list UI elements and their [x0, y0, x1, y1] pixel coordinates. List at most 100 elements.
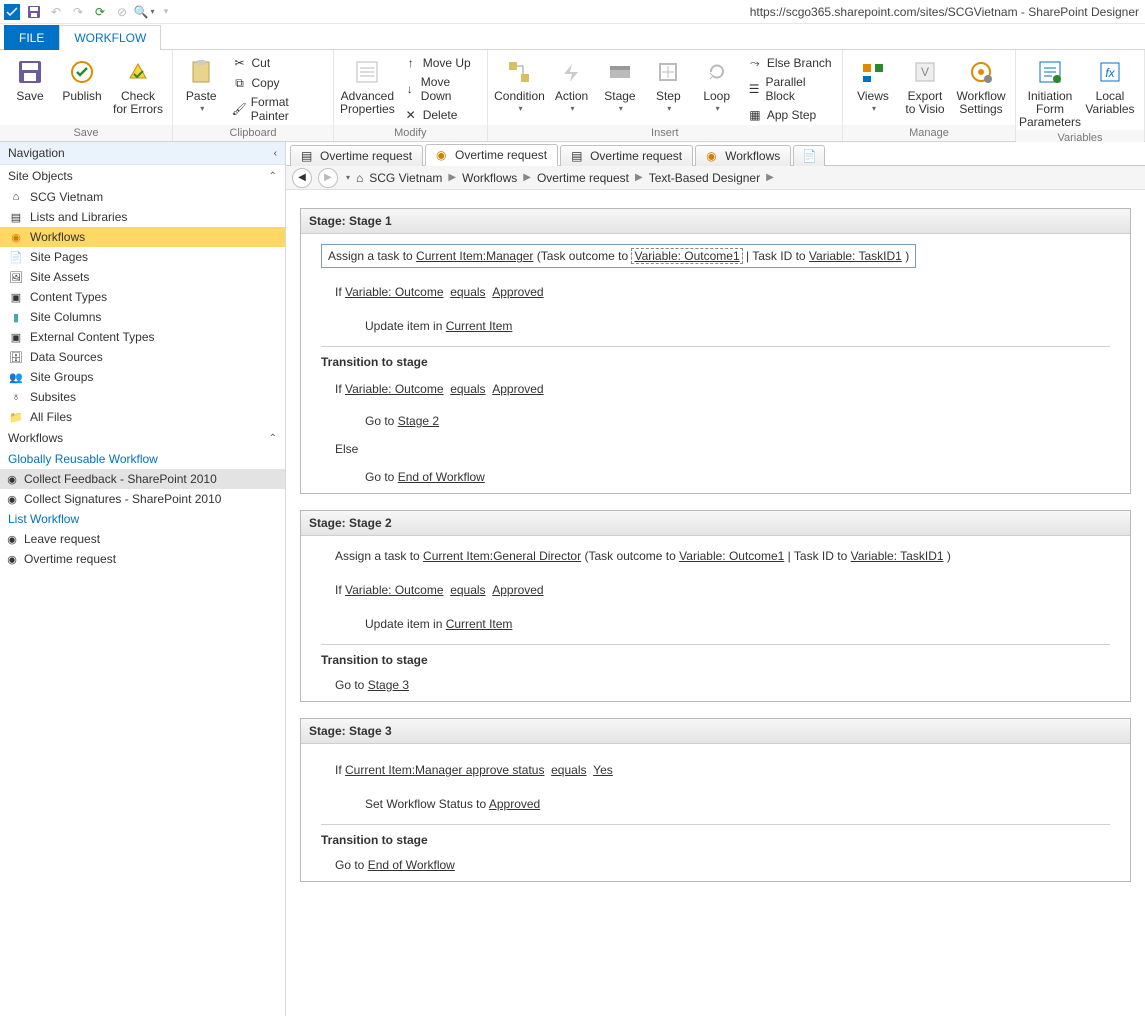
update-item-action[interactable]: Update item in Current Item: [321, 316, 1110, 336]
doctab-overtime-2[interactable]: ◉Overtime request: [425, 144, 558, 166]
assign-task-action[interactable]: Assign a task to Current Item:General Di…: [321, 546, 1110, 566]
if-condition[interactable]: If Variable: Outcome equals Approved: [321, 282, 1110, 302]
advanced-properties-button[interactable]: Advanced Properties: [340, 52, 395, 116]
doctab-overtime-1[interactable]: ▤Overtime request: [290, 145, 423, 166]
stage-3[interactable]: Stage: Stage 3 If Current Item:Manager a…: [300, 718, 1131, 882]
goto-link[interactable]: End of Workflow: [398, 470, 485, 484]
stage-1[interactable]: Stage: Stage 1 Assign a task to Current …: [300, 208, 1131, 494]
navigation-header[interactable]: Navigation‹: [0, 142, 285, 165]
goto-action[interactable]: Go to Stage 3: [321, 675, 1110, 695]
nav-item-contenttypes[interactable]: ▣Content Types: [0, 287, 285, 307]
move-down-button[interactable]: ↓Move Down: [399, 74, 481, 104]
tab-workflow[interactable]: WORKFLOW: [59, 25, 161, 50]
export-visio-button[interactable]: VExport to Visio: [901, 52, 949, 116]
else-branch-button[interactable]: ⤳Else Branch: [743, 54, 836, 72]
workflow-canvas[interactable]: Stage: Stage 1 Assign a task to Current …: [286, 190, 1145, 1016]
refresh-icon[interactable]: ⟳: [90, 2, 110, 22]
update-link[interactable]: Current Item: [446, 319, 513, 333]
workflows-section-header[interactable]: Workflows⌃: [0, 427, 285, 449]
move-up-button[interactable]: ↑Move Up: [399, 54, 481, 72]
workflow-settings-button[interactable]: Workflow Settings: [953, 52, 1009, 116]
nav-item-sitepages[interactable]: 📄Site Pages: [0, 247, 285, 267]
format-painter-button[interactable]: 🖌Format Painter: [227, 94, 327, 124]
copy-button[interactable]: ⧉Copy: [227, 74, 327, 92]
assign-user-link[interactable]: Current Item:Manager: [416, 249, 533, 263]
list-workflow-header[interactable]: List Workflow: [0, 509, 285, 529]
chevron-up-icon[interactable]: ⌃: [269, 171, 277, 182]
step-button[interactable]: Step▾: [646, 52, 690, 114]
nav-item-datasources[interactable]: 🗄Data Sources: [0, 347, 285, 367]
undo-icon[interactable]: ↶: [46, 2, 66, 22]
parallel-block-button[interactable]: ☰Parallel Block: [743, 74, 836, 104]
assign-task-action[interactable]: Assign a task to Current Item:Manager (T…: [321, 244, 916, 268]
nav-item-subsites[interactable]: ♁Subsites: [0, 387, 285, 407]
nav-item-lists[interactable]: ▤Lists and Libraries: [0, 207, 285, 227]
site-objects-header[interactable]: Site Objects⌃: [0, 165, 285, 187]
if-condition[interactable]: If Current Item:Manager approve status e…: [321, 760, 1110, 780]
customize-qat-icon[interactable]: ▾: [156, 2, 176, 22]
cut-button[interactable]: ✂Cut: [227, 54, 327, 72]
outcome-var-link[interactable]: Variable: Outcome1: [631, 248, 742, 264]
workflow-overtime-request[interactable]: ◉Overtime request: [0, 549, 285, 569]
paste-button[interactable]: Paste▾: [179, 52, 223, 114]
else-branch[interactable]: Else: [321, 439, 1110, 459]
stage-2[interactable]: Stage: Stage 2 Assign a task to Current …: [300, 510, 1131, 702]
publish-button[interactable]: Publish: [58, 52, 106, 103]
initiation-params-button[interactable]: Initiation Form Parameters: [1022, 52, 1078, 130]
if-var-link[interactable]: Variable: Outcome: [345, 285, 444, 299]
stage-3-header[interactable]: Stage: Stage 3: [301, 719, 1130, 744]
goto-action[interactable]: Go to End of Workflow: [321, 855, 1110, 875]
stage-1-header[interactable]: Stage: Stage 1: [301, 209, 1130, 234]
if-condition[interactable]: If Variable: Outcome equals Approved: [321, 580, 1110, 600]
nav-back-button[interactable]: ◀: [292, 168, 312, 188]
doctab-workflows[interactable]: ◉Workflows: [695, 145, 791, 166]
workflow-leave-request[interactable]: ◉Leave request: [0, 529, 285, 549]
local-variables-button[interactable]: fxLocal Variables: [1082, 52, 1138, 116]
update-item-action[interactable]: Update item in Current Item: [321, 614, 1110, 634]
nav-item-siteassets[interactable]: 🖼Site Assets: [0, 267, 285, 287]
goto-action[interactable]: Go to Stage 2: [321, 411, 1110, 431]
equals-link[interactable]: equals: [450, 285, 485, 299]
workflow-collect-signatures[interactable]: ◉Collect Signatures - SharePoint 2010: [0, 489, 285, 509]
condition-button[interactable]: Condition▾: [494, 52, 546, 114]
doctab-overtime-3[interactable]: ▤Overtime request: [560, 145, 693, 166]
crumb-site[interactable]: SCG Vietnam: [369, 171, 442, 185]
crumb-overtime[interactable]: Overtime request: [537, 171, 629, 185]
app-step-button[interactable]: ▦App Step: [743, 106, 836, 124]
stage-2-header[interactable]: Stage: Stage 2: [301, 511, 1130, 536]
views-button[interactable]: Views▾: [849, 52, 897, 114]
transition-header: Transition to stage: [321, 649, 1110, 671]
nav-forward-button[interactable]: ▶: [318, 168, 338, 188]
redo-icon[interactable]: ↷: [68, 2, 88, 22]
stage-button[interactable]: Stage▾: [598, 52, 642, 114]
collapse-icon[interactable]: ‹: [274, 148, 277, 159]
goto-link[interactable]: Stage 2: [398, 414, 439, 428]
history-dropdown-icon[interactable]: ▾: [346, 173, 350, 182]
crumb-designer[interactable]: Text-Based Designer: [649, 171, 760, 185]
action-button[interactable]: Action▾: [549, 52, 593, 114]
loop-button[interactable]: Loop▾: [694, 52, 738, 114]
save-icon[interactable]: [24, 2, 44, 22]
workflow-collect-feedback[interactable]: ◉Collect Feedback - SharePoint 2010: [0, 469, 285, 489]
nav-item-workflows[interactable]: ◉Workflows: [0, 227, 285, 247]
nav-item-sitegroups[interactable]: 👥Site Groups: [0, 367, 285, 387]
nav-item-external[interactable]: ▣External Content Types: [0, 327, 285, 347]
set-status-action[interactable]: Set Workflow Status to Approved: [321, 794, 1110, 814]
taskid-var-link[interactable]: Variable: TaskID1: [809, 249, 902, 263]
delete-button[interactable]: ✕Delete: [399, 106, 481, 124]
stop-icon[interactable]: ⊘: [112, 2, 132, 22]
check-errors-button[interactable]: Check for Errors: [110, 52, 166, 116]
save-button[interactable]: Save: [6, 52, 54, 103]
if-condition-2[interactable]: If Variable: Outcome equals Approved: [321, 379, 1110, 399]
goto-action-2[interactable]: Go to End of Workflow: [321, 467, 1110, 487]
preview-icon[interactable]: 🔍▾: [134, 2, 154, 22]
doctab-new[interactable]: 📄: [793, 145, 825, 166]
tab-file[interactable]: FILE: [4, 25, 59, 50]
crumb-workflows[interactable]: Workflows: [462, 171, 517, 185]
chevron-up-icon[interactable]: ⌃: [269, 433, 277, 444]
nav-item-sitecolumns[interactable]: ▮Site Columns: [0, 307, 285, 327]
value-link[interactable]: Approved: [492, 285, 543, 299]
nav-item-allfiles[interactable]: 📁All Files: [0, 407, 285, 427]
nav-item-site[interactable]: ⌂SCG Vietnam: [0, 187, 285, 207]
globally-reusable-header[interactable]: Globally Reusable Workflow: [0, 449, 285, 469]
